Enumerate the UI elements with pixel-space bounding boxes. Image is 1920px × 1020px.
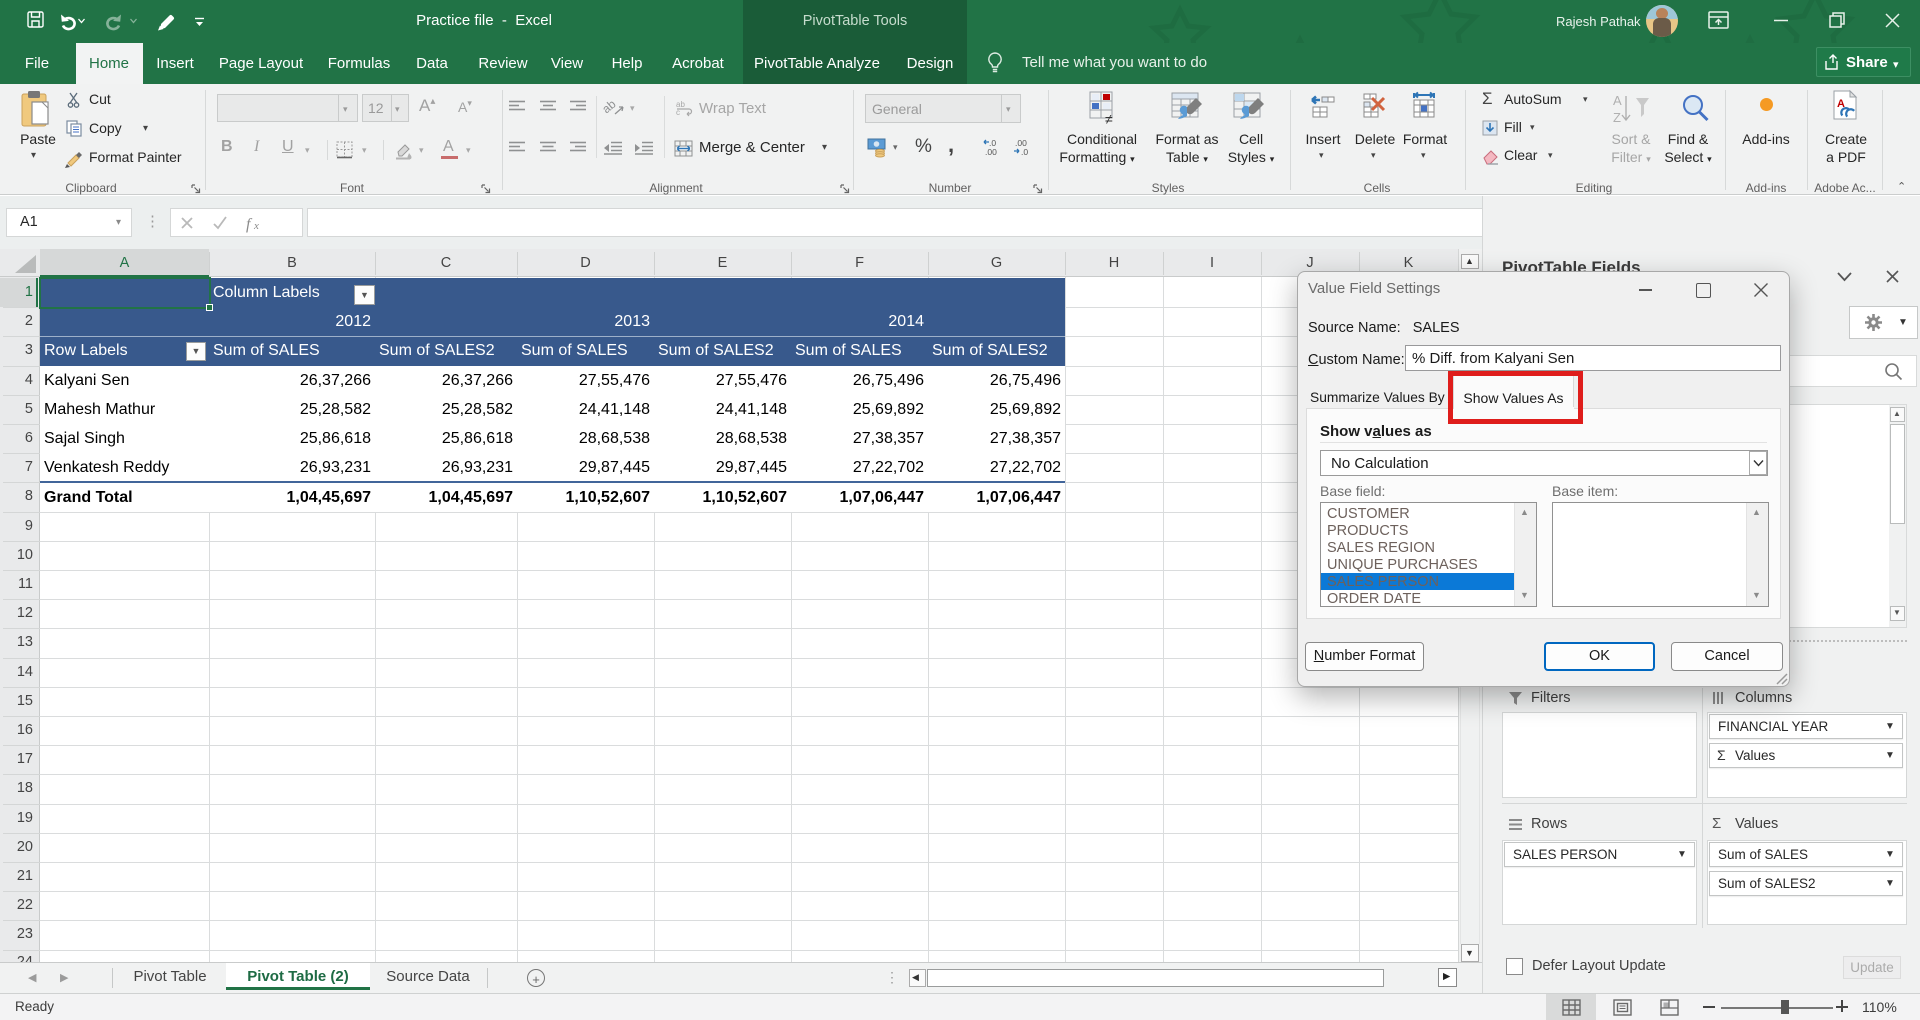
svg-text:c: c [676, 108, 680, 117]
svg-text:.00: .00 [985, 147, 997, 157]
svg-text:x: x [253, 220, 259, 232]
svg-text:.0: .0 [1021, 147, 1028, 157]
svg-text:Z: Z [1613, 110, 1621, 125]
svg-text:f: f [246, 216, 253, 233]
svg-text:≠: ≠ [1105, 111, 1113, 127]
svg-text:A: A [1613, 93, 1622, 108]
